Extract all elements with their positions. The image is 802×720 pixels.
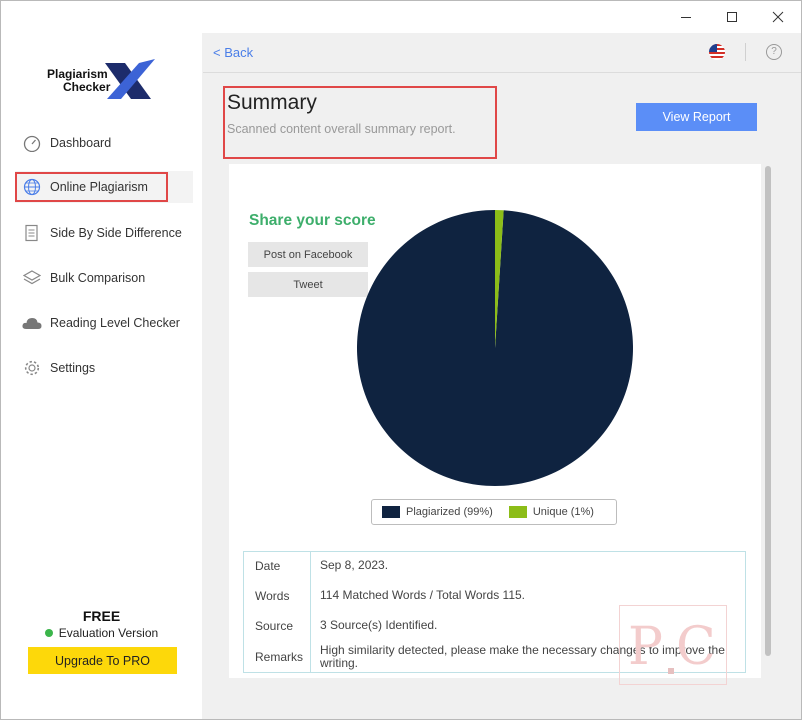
tweet-button[interactable]: Tweet — [248, 272, 368, 297]
sidebar-item-settings[interactable]: Settings — [15, 352, 193, 384]
view-report-button[interactable]: View Report — [636, 103, 757, 131]
page-title: Summary — [227, 91, 317, 114]
sidebar: Plagiarism Checker Dashboard Online Plag… — [1, 33, 202, 719]
minimize-icon — [681, 17, 691, 18]
sidebar-item-side-by-side[interactable]: Side By Side Difference — [15, 217, 193, 249]
us-flag-icon[interactable] — [709, 44, 725, 60]
sidebar-item-label: Bulk Comparison — [50, 271, 146, 285]
plan-version-row: Evaluation Version — [1, 626, 202, 640]
sidebar-item-reading-level[interactable]: Reading Level Checker — [15, 307, 193, 339]
logo-line1: Plagiarism — [47, 67, 108, 81]
details-label-source: Source — [255, 619, 294, 633]
header-divider — [745, 43, 746, 61]
legend-swatch-plagiarized — [382, 506, 400, 518]
gauge-icon — [21, 133, 43, 153]
sidebar-item-dashboard[interactable]: Dashboard — [15, 127, 193, 159]
plan-version: Evaluation Version — [58, 626, 159, 640]
close-button[interactable] — [755, 1, 801, 33]
gear-icon — [21, 358, 43, 378]
document-icon — [21, 223, 43, 243]
close-icon — [772, 11, 784, 23]
legend-swatch-unique — [508, 506, 527, 518]
layers-icon — [21, 268, 43, 288]
pie-chart — [356, 210, 633, 486]
sidebar-item-label: Side By Side Difference — [50, 226, 182, 240]
sidebar-item-label: Settings — [50, 361, 96, 375]
details-value-words: 114 Matched Words / Total Words 115. — [320, 588, 525, 602]
minimize-button[interactable] — [663, 1, 709, 33]
details-value-date: Sep 8, 2023. — [320, 558, 389, 572]
logo-line2: Checker — [63, 80, 111, 94]
cloud-icon — [21, 313, 43, 333]
sidebar-item-label: Dashboard — [50, 136, 112, 150]
chart-legend: Plagiarized (99%) Unique (1%) — [371, 499, 617, 525]
scrollbar-thumb[interactable] — [765, 166, 771, 656]
details-divider — [310, 552, 311, 672]
maximize-button[interactable] — [709, 1, 755, 33]
back-link[interactable]: < Back — [213, 45, 253, 60]
sidebar-item-bulk-comparison[interactable]: Bulk Comparison — [15, 262, 193, 294]
svg-text:C: C — [676, 617, 716, 677]
legend-label-unique: Unique (1%) — [532, 506, 594, 518]
title-bar — [1, 1, 801, 33]
watermark-logo: P C — [619, 605, 727, 685]
sidebar-item-label: Reading Level Checker — [50, 316, 180, 330]
details-label-remarks: Remarks — [255, 650, 304, 664]
legend-label-plagiarized: Plagiarized (99%) — [406, 506, 493, 518]
facebook-share-button[interactable]: Post on Facebook — [248, 242, 368, 267]
legend-entry-plagiarized: Plagiarized (99%) — [382, 506, 493, 518]
details-label-date: Date — [255, 559, 281, 573]
upgrade-button[interactable]: Upgrade To PRO — [28, 647, 177, 674]
summary-card: Share your score Post on Facebook Tweet … — [229, 164, 761, 678]
app-window: Plagiarism Checker Dashboard Online Plag… — [0, 0, 802, 720]
help-icon[interactable]: ? — [766, 44, 782, 60]
svg-text:P: P — [628, 617, 663, 677]
details-label-words: Words — [255, 589, 290, 603]
maximize-icon — [727, 12, 737, 22]
active-item-highlight — [15, 172, 168, 202]
page-subtitle: Scanned content overall summary report. — [227, 122, 456, 136]
legend-entry-unique: Unique (1%) — [508, 506, 594, 518]
plan-name: FREE — [82, 608, 121, 624]
header-separator — [203, 72, 801, 73]
app-logo: Plagiarism Checker — [43, 55, 163, 105]
status-dot-icon — [44, 629, 53, 637]
